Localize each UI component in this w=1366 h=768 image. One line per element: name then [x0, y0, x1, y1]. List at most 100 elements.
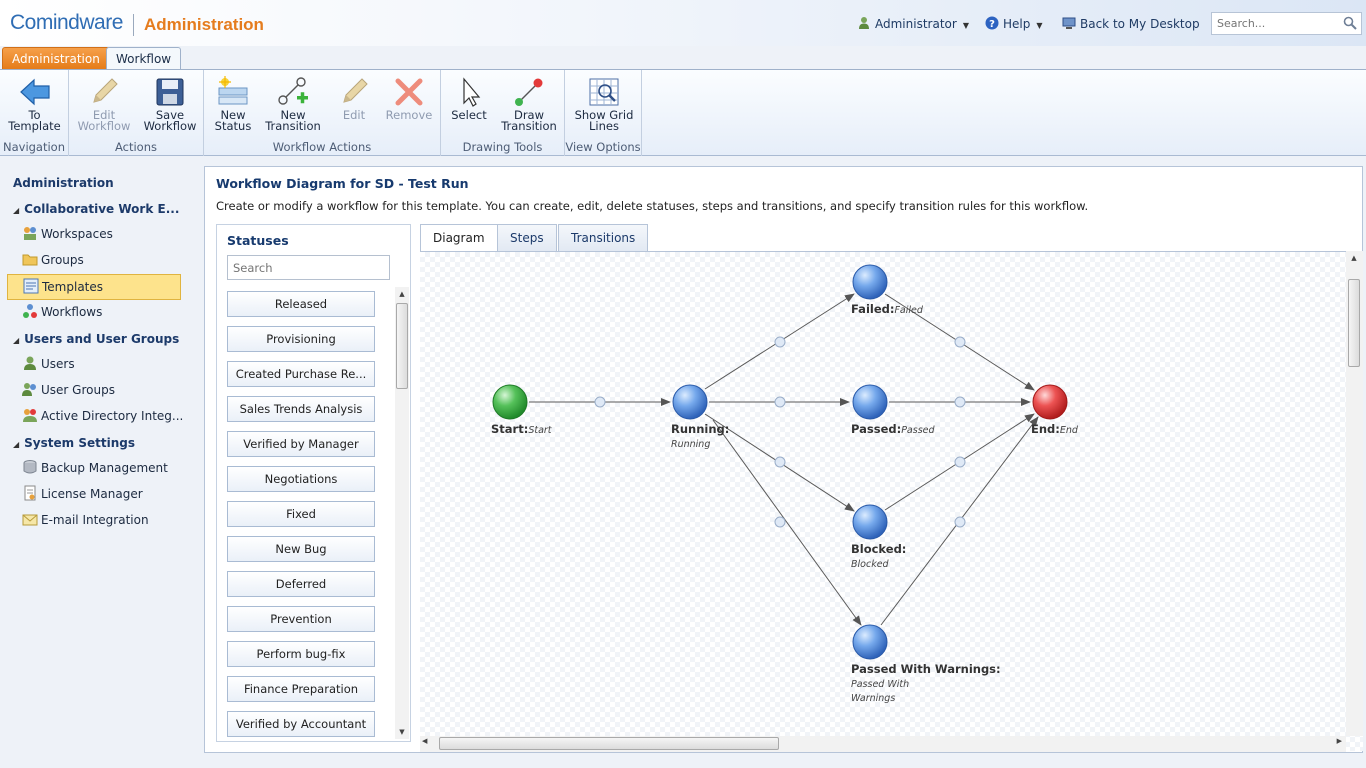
- show-grid-lines-button[interactable]: Show Grid Lines: [569, 76, 639, 132]
- logo-separator: [133, 14, 134, 36]
- scroll-left-icon[interactable]: ◀: [422, 737, 427, 745]
- status-item[interactable]: Finance Preparation: [227, 676, 375, 702]
- edit-button[interactable]: Edit: [334, 76, 374, 121]
- sidebar-item-users[interactable]: Users: [22, 354, 182, 376]
- transition-handle[interactable]: [954, 336, 966, 348]
- back-to-desktop-link[interactable]: Back to My Desktop: [1062, 16, 1200, 31]
- status-list-scrollbar[interactable]: ▲ ▼: [395, 287, 409, 739]
- nav-section-system[interactable]: ◢ System Settings: [13, 436, 135, 450]
- sidebar-item-license[interactable]: License Manager: [22, 484, 182, 506]
- sidebar-item-workspaces[interactable]: Workspaces: [22, 224, 182, 246]
- tab-administration[interactable]: Administration: [2, 47, 110, 70]
- tab-transitions[interactable]: Transitions: [558, 224, 649, 251]
- scroll-down-icon[interactable]: ▼: [395, 725, 409, 739]
- scroll-up-icon[interactable]: ▲: [395, 287, 409, 301]
- nav-administration[interactable]: Administration: [13, 176, 114, 190]
- remove-icon: [395, 78, 423, 106]
- new-status-button[interactable]: New Status: [210, 76, 256, 132]
- status-item[interactable]: Verified by Manager: [227, 431, 375, 457]
- status-item[interactable]: Negotiations: [227, 466, 375, 492]
- new-transition-icon: [278, 77, 308, 105]
- page-description: Create or modify a workflow for this tem…: [216, 199, 1089, 213]
- user-icon: [859, 17, 869, 29]
- to-template-button[interactable]: To Template: [3, 76, 66, 132]
- scroll-right-icon[interactable]: ▶: [1337, 737, 1342, 745]
- pencil-icon: [343, 78, 368, 103]
- transition-handle[interactable]: [954, 456, 966, 468]
- tab-diagram[interactable]: Diagram: [420, 224, 498, 252]
- global-search-input[interactable]: [1212, 13, 1338, 34]
- status-item[interactable]: New Bug: [227, 536, 375, 562]
- back-label: Back to My Desktop: [1080, 17, 1200, 31]
- user-groups-icon: [22, 383, 36, 396]
- workflow-diagram-canvas[interactable]: Start:Start Running: Running Failed:Fail…: [420, 251, 1363, 751]
- node-start-label: Start:Start: [491, 422, 552, 436]
- nav-section-collaborative[interactable]: ◢ Collaborative Work E...: [13, 202, 179, 216]
- tab-steps[interactable]: Steps: [497, 224, 557, 251]
- select-tool-button[interactable]: Select: [447, 76, 491, 121]
- search-icon[interactable]: [1343, 16, 1357, 30]
- save-workflow-button[interactable]: Save Workflow: [138, 76, 202, 132]
- transition-handle[interactable]: [774, 516, 786, 528]
- node-failed[interactable]: [852, 264, 888, 300]
- node-running[interactable]: [672, 384, 708, 420]
- node-blocked[interactable]: [852, 504, 888, 540]
- ribbon-group-workflow-actions: New Status New Transition Edit Remove Wo…: [204, 70, 441, 156]
- sidebar-item-email[interactable]: E-mail Integration: [22, 510, 182, 532]
- edit-workflow-button[interactable]: Edit Workflow: [73, 76, 135, 132]
- transition-handle[interactable]: [954, 396, 966, 408]
- status-item[interactable]: Verified by Accountant: [227, 711, 375, 737]
- triangle-down-icon: ◢: [13, 440, 20, 449]
- canvas-horizontal-scrollbar[interactable]: ◀ ▶: [420, 736, 1346, 752]
- node-passed-label: Passed:Passed: [851, 422, 935, 436]
- user-menu[interactable]: Administrator ▼: [857, 16, 969, 31]
- new-transition-button[interactable]: New Transition: [262, 76, 324, 132]
- node-passed-with-warnings[interactable]: [852, 624, 888, 660]
- comindware-logo[interactable]: Comindware: [10, 11, 123, 35]
- canvas-vertical-scrollbar[interactable]: ▲: [1346, 251, 1363, 736]
- status-item[interactable]: Created Purchase Re...: [227, 361, 375, 387]
- nav-section-users[interactable]: ◢ Users and User Groups: [13, 332, 179, 346]
- status-item[interactable]: Prevention: [227, 606, 375, 632]
- status-item[interactable]: Perform bug-fix: [227, 641, 375, 667]
- scrollbar-thumb[interactable]: [396, 303, 408, 389]
- scrollbar-thumb[interactable]: [1348, 279, 1360, 367]
- transition-handle[interactable]: [774, 456, 786, 468]
- scroll-up-icon[interactable]: ▲: [1347, 251, 1361, 265]
- status-item[interactable]: Fixed: [227, 501, 375, 527]
- draw-transition-icon: [515, 78, 543, 106]
- templates-icon: [23, 278, 39, 294]
- remove-button[interactable]: Remove: [382, 76, 436, 121]
- transition-handle[interactable]: [774, 336, 786, 348]
- status-item[interactable]: Released: [227, 291, 375, 317]
- sidebar-item-workflows[interactable]: Workflows: [22, 302, 182, 324]
- status-search-input[interactable]: [227, 255, 390, 280]
- sidebar-item-templates[interactable]: Templates: [7, 274, 181, 300]
- help-menu[interactable]: ? Help ▼: [985, 16, 1043, 31]
- scrollbar-thumb[interactable]: [439, 737, 779, 750]
- tab-workflow[interactable]: Workflow: [106, 47, 182, 71]
- sidebar-item-groups[interactable]: Groups: [22, 250, 182, 272]
- chevron-down-icon: ▼: [962, 21, 969, 30]
- user-label: Administrator: [875, 17, 957, 31]
- svg-text:?: ?: [989, 19, 995, 30]
- transition-arrow[interactable]: [712, 419, 862, 626]
- left-navigation: Administration ◢ Collaborative Work E... …: [0, 160, 198, 768]
- node-passed[interactable]: [852, 384, 888, 420]
- ribbon-group-actions: Edit Workflow Save Workflow Actions: [69, 70, 204, 156]
- status-item[interactable]: Deferred: [227, 571, 375, 597]
- node-end[interactable]: [1032, 384, 1068, 420]
- transition-handle[interactable]: [594, 396, 606, 408]
- sidebar-item-backup[interactable]: Backup Management: [22, 458, 182, 480]
- draw-transition-button[interactable]: Draw Transition: [497, 76, 561, 132]
- sidebar-item-user-groups[interactable]: User Groups: [22, 380, 182, 402]
- status-item[interactable]: Sales Trends Analysis: [227, 396, 375, 422]
- transition-handle[interactable]: [954, 516, 966, 528]
- status-item[interactable]: Provisioning: [227, 326, 375, 352]
- node-warnings-sub: Passed With Warnings: [851, 679, 910, 704]
- node-start[interactable]: [492, 384, 528, 420]
- node-running-label: Running:: [671, 422, 730, 436]
- transition-handle[interactable]: [774, 396, 786, 408]
- sidebar-item-active-directory[interactable]: Active Directory Integ...: [22, 406, 183, 428]
- help-icon: ?: [985, 16, 999, 30]
